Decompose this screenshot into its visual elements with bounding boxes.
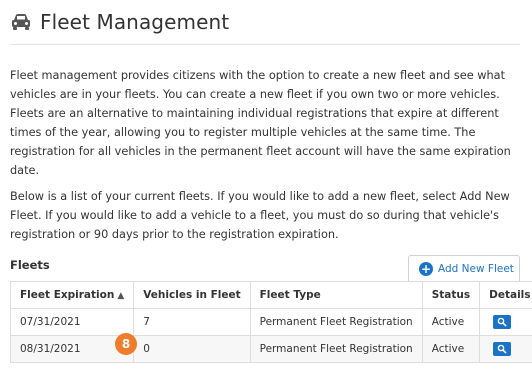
step-number-badge: 8 bbox=[115, 333, 137, 355]
expiration-cell-wrap: 08/31/2021 8 bbox=[20, 333, 137, 355]
add-new-fleet-label: Add New Fleet bbox=[438, 262, 514, 275]
details-button[interactable] bbox=[493, 314, 512, 329]
column-header-label: Fleet Expiration bbox=[20, 289, 115, 301]
table-row: 07/31/2021 7 Permanent Fleet Registratio… bbox=[9, 308, 532, 336]
fleet-expiration-cell: 07/31/2021 bbox=[9, 308, 135, 336]
column-header-details: Details bbox=[479, 281, 532, 309]
plus-circle-icon: + bbox=[419, 261, 433, 276]
fleet-type-cell: Permanent Fleet Registration bbox=[249, 335, 423, 363]
status-cell: Active bbox=[421, 308, 481, 336]
sort-icon[interactable]: ▲︎ bbox=[117, 291, 124, 301]
column-header-vehicles: Vehicles in Fleet bbox=[133, 281, 251, 309]
intro-paragraph: Fleet management provides citizens with … bbox=[10, 69, 511, 177]
page-header: Fleet Management bbox=[10, 10, 229, 34]
fleet-expiration-value: 08/31/2021 bbox=[20, 343, 81, 355]
header-divider bbox=[10, 44, 520, 45]
instructions-paragraph: Below is a list of your current fleets. … bbox=[10, 190, 510, 241]
fleets-section-label: Fleets bbox=[10, 258, 50, 272]
details-cell bbox=[479, 308, 532, 336]
fleets-table: Fleet Expiration ▲︎ Vehicles in Fleet Fle… bbox=[9, 281, 532, 363]
status-cell: Active bbox=[421, 335, 481, 363]
details-cell bbox=[479, 335, 532, 363]
search-icon bbox=[497, 344, 507, 353]
table-header-row: Fleet Expiration ▲︎ Vehicles in Fleet Fle… bbox=[9, 281, 532, 309]
column-header-fleet-expiration[interactable]: Fleet Expiration ▲︎ bbox=[9, 281, 135, 309]
column-header-status: Status bbox=[421, 281, 481, 309]
vehicles-count-cell: 7 bbox=[133, 308, 251, 336]
table-row: 08/31/2021 8 0 Permanent Fleet Registrat… bbox=[9, 333, 532, 363]
column-header-fleet-type: Fleet Type bbox=[249, 281, 423, 309]
fleet-type-cell: Permanent Fleet Registration bbox=[249, 308, 423, 336]
details-button[interactable] bbox=[493, 341, 512, 356]
fleet-expiration-cell: 08/31/2021 8 bbox=[9, 333, 137, 363]
car-icon bbox=[12, 14, 30, 30]
vehicles-count-cell: 0 bbox=[133, 335, 251, 363]
search-icon bbox=[497, 317, 507, 326]
add-new-fleet-button[interactable]: + Add New Fleet bbox=[408, 255, 520, 281]
page-title: Fleet Management bbox=[40, 10, 230, 34]
